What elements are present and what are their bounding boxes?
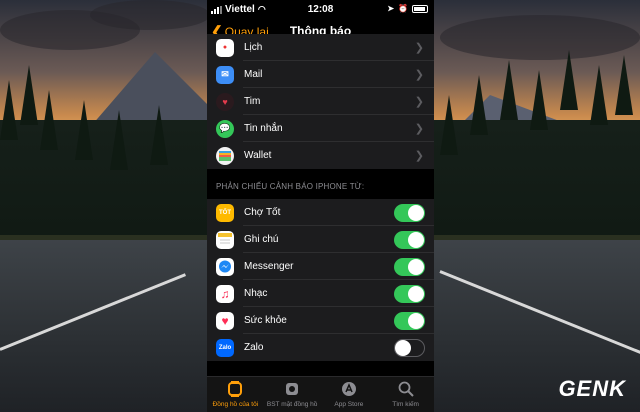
notes-icon: [216, 230, 234, 249]
mirror-toggle[interactable]: [394, 230, 425, 249]
tab-search[interactable]: Tìm kiếm: [377, 377, 434, 412]
chevron-right-icon: ❯: [414, 42, 424, 54]
mirror-row-notes: Ghi chú: [207, 226, 434, 253]
mail-icon: ✉: [216, 65, 234, 84]
phone-screen: Viettel ◠ 12:08 ➤ ⏰ ❮ Quay lại Thông báo…: [207, 0, 434, 412]
app-label: Wallet: [244, 150, 272, 161]
location-icon: ➤: [387, 4, 395, 13]
tab-label: App Store: [334, 401, 364, 408]
calendar-icon: ●: [216, 38, 234, 57]
mirror-toggle[interactable]: [394, 311, 425, 330]
app-row-mail[interactable]: ✉ Mail ❯: [207, 61, 434, 88]
alarm-icon: ⏰: [398, 4, 408, 13]
app-label: Tin nhắn: [244, 123, 283, 134]
app-row-calendar[interactable]: ● Lịch ❯: [207, 34, 434, 61]
app-row-wallet[interactable]: Wallet ❯: [207, 142, 434, 169]
watermark-logo: GENK: [558, 376, 626, 401]
app-store-icon: [341, 381, 357, 397]
app-row-heart[interactable]: ♥ Tim ❯: [207, 88, 434, 115]
heart-icon: ♥: [216, 92, 234, 111]
chevron-right-icon: ❯: [414, 150, 424, 162]
notification-list: ● Lịch ❯ ✉ Mail ❯ ♥ Tim ❯ 💬 Tin nhắn ❯ W…: [207, 34, 434, 361]
section-header: PHẢN CHIẾU CẢNH BÁO IPHONE TỪ:: [216, 182, 365, 191]
chevron-right-icon: ❯: [414, 96, 424, 108]
app-label: Zalo: [244, 342, 264, 353]
tab-app-store[interactable]: App Store: [321, 377, 378, 412]
app-label: Sức khỏe: [244, 315, 287, 326]
mirror-toggle[interactable]: [394, 203, 425, 222]
mirror-row-messenger: Messenger: [207, 253, 434, 280]
tab-bar: Đồng hồ của tôi BST mặt đồng hồ App Stor…: [207, 376, 434, 412]
tab-my-watch[interactable]: Đồng hồ của tôi: [207, 377, 264, 412]
app-label: Mail: [244, 69, 263, 80]
genk-watermark: GENK: [558, 376, 626, 402]
app-label: Messenger: [244, 261, 294, 272]
app-row-messages[interactable]: 💬 Tin nhắn ❯: [207, 115, 434, 142]
app-label: Ghi chú: [244, 234, 279, 245]
zalo-icon: Zalo: [216, 338, 234, 357]
mirror-toggle[interactable]: [394, 338, 425, 357]
mirror-row-music: ♫ Nhạc: [207, 280, 434, 307]
search-icon: [398, 381, 414, 397]
health-icon: ♥: [216, 311, 234, 330]
battery-icon: [412, 4, 428, 13]
messenger-icon: [216, 257, 234, 276]
mirror-toggle[interactable]: [394, 257, 425, 276]
tab-label: Tìm kiếm: [392, 401, 419, 408]
chevron-right-icon: ❯: [414, 69, 424, 81]
message-icon: 💬: [216, 119, 234, 138]
watch-icon: [227, 381, 243, 397]
app-label: Chợ Tốt: [244, 207, 281, 218]
mirror-toggle[interactable]: [394, 284, 425, 303]
mirror-row-cho-tot: TỐT Chợ Tốt: [207, 199, 434, 226]
wallet-icon: [216, 146, 234, 165]
mirror-row-health: ♥ Sức khỏe: [207, 307, 434, 334]
tab-label: Đồng hồ của tôi: [212, 401, 259, 408]
app-label: Lịch: [244, 42, 263, 53]
cho-tot-icon: TỐT: [216, 203, 234, 222]
tab-face-gallery[interactable]: BST mặt đồng hồ: [264, 377, 321, 412]
tab-label: BST mặt đồng hồ: [266, 401, 318, 408]
app-label: Nhạc: [244, 288, 268, 299]
mirror-row-zalo: Zalo Zalo: [207, 334, 434, 361]
app-label: Tim: [244, 96, 261, 107]
status-bar: Viettel ◠ 12:08 ➤ ⏰: [207, 0, 434, 18]
face-gallery-icon: [284, 381, 300, 397]
chevron-right-icon: ❯: [414, 123, 424, 135]
music-icon: ♫: [216, 284, 234, 303]
